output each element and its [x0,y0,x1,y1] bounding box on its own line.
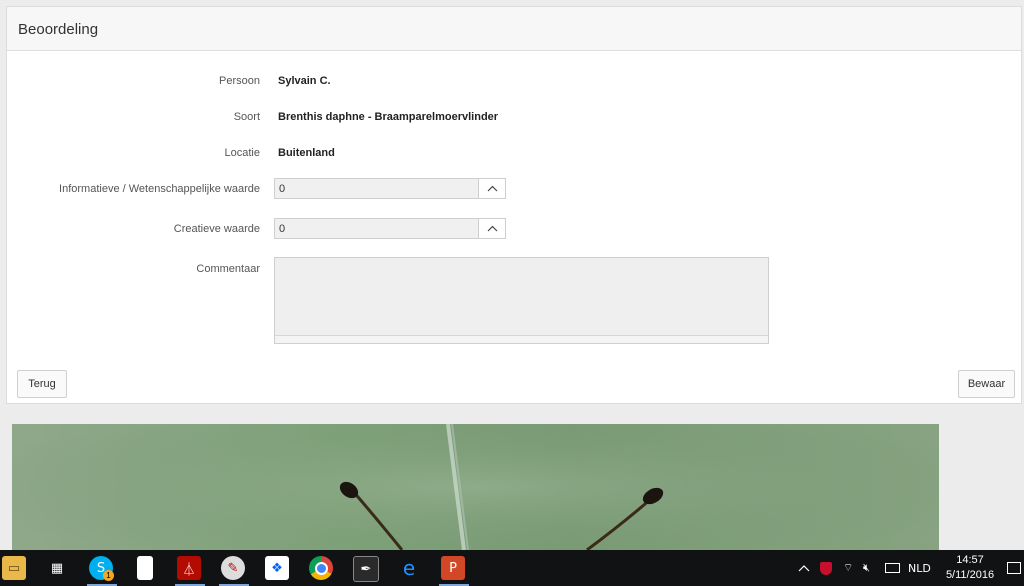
persoon-value: Sylvain C. [278,75,331,87]
acrobat-icon[interactable]: ⏃ [177,556,201,580]
soort-value: Brenthis daphne - Braamparelmoervlinder [278,111,499,123]
clock-date: 5/11/2016 [945,569,995,581]
file-explorer-icon[interactable]: ▭ [2,556,26,580]
commentaar-textarea[interactable] [275,258,768,336]
clock[interactable]: 14:57 5/11/2016 [940,553,1000,583]
informatieve-waarde-input[interactable] [275,179,479,198]
commentaar-box [274,257,769,344]
chevron-up-icon [487,185,497,192]
skype-badge: 1 [103,570,114,581]
save-button[interactable]: Bewaar [958,370,1015,398]
creatieve-waarde-label: Creatieve waarde [173,223,260,235]
edge-icon[interactable]: e [397,556,421,580]
panel-title: Beoordeling [7,7,1021,51]
powerpoint-icon[interactable]: P [441,556,465,580]
locatie-label: Locatie [224,147,260,159]
battery-icon[interactable] [885,550,900,586]
creatieve-waarde-field [274,218,506,239]
store-icon[interactable]: ▦ [45,556,69,580]
butterfly-antennae-image [12,424,939,550]
locatie-value: Buitenland [278,147,335,159]
notifications-icon[interactable] [1007,550,1021,586]
chevron-up-icon [798,565,810,572]
back-button[interactable]: Terug [17,370,67,398]
butterfly-photo [12,424,939,550]
volume-muted-icon[interactable]: 🔇︎ [863,550,870,586]
paint-icon[interactable]: ✎ [221,556,245,580]
beoordeling-panel: Beoordeling Persoon Sylvain C. Soort Bre… [6,6,1022,404]
pen-icon[interactable]: ✒ [353,556,379,582]
textarea-resize-bar[interactable] [275,335,768,343]
soort-label: Soort [233,111,260,123]
shield-icon[interactable] [820,550,832,586]
informatieve-waarde-field [274,178,506,199]
informatieve-waarde-stepper-up[interactable] [478,179,505,198]
clock-time: 14:57 [956,554,984,566]
persoon-label: Persoon [219,75,260,87]
creatieve-waarde-stepper-up[interactable] [478,219,505,238]
informatieve-waarde-label: Informatieve / Wetenschappelijke waarde [59,183,260,195]
commentaar-label: Commentaar [196,263,260,275]
creatieve-waarde-input[interactable] [275,219,479,238]
chevron-up-icon [487,225,497,232]
wifi-icon[interactable]: ⌔ [843,550,853,586]
dropbox-icon[interactable]: ❖ [265,556,289,580]
document-icon[interactable] [137,556,153,580]
show-hidden-icons[interactable] [798,550,810,586]
taskbar: ▭ ▦ S 1 ⏃ ✎ ❖ ✒ e P ⌔ 🔇︎ NLD 14:57 5/11/… [0,550,1024,586]
chrome-icon[interactable] [309,556,333,580]
language-indicator[interactable]: NLD [908,550,931,586]
